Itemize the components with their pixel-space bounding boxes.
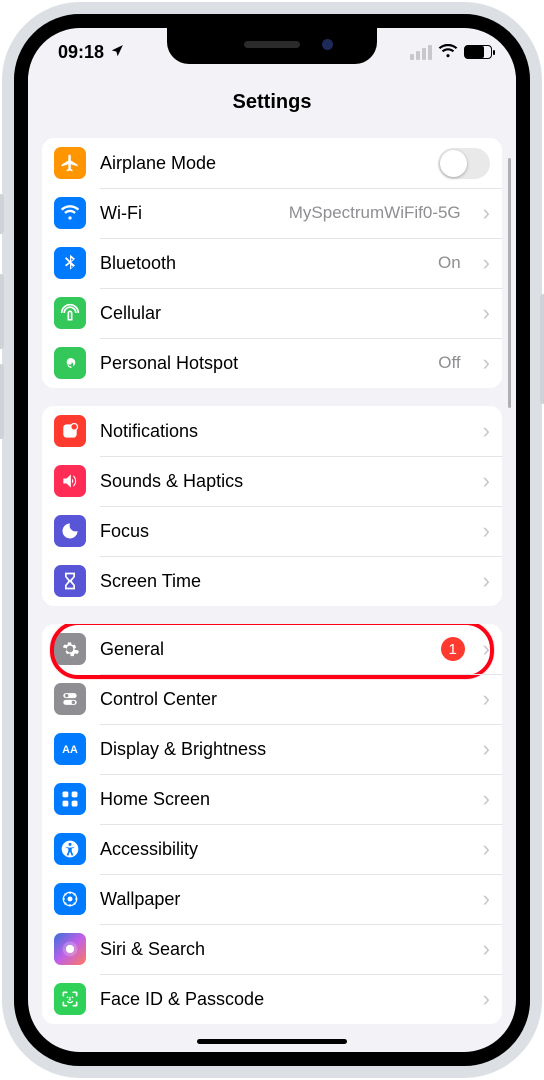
notch [167, 28, 377, 64]
chevron-right-icon: › [483, 886, 490, 912]
settings-group: General 1 › Control Center › AA Display & Brig… [42, 624, 502, 1024]
hotspot-icon [54, 347, 86, 379]
home-indicator[interactable] [197, 1039, 347, 1044]
row-label: Focus [100, 521, 149, 542]
cell-signal-icon [410, 45, 432, 60]
row-value: On [438, 253, 461, 273]
display-icon: AA [54, 733, 86, 765]
notification-badge: 1 [441, 637, 465, 661]
screen: 09:18 Settings Airplane Mode Wi-Fi MySpect… [28, 28, 516, 1052]
row-faceid[interactable]: Face ID & Passcode › [42, 974, 502, 1024]
cellular-icon [54, 297, 86, 329]
row-cellular[interactable]: Cellular › [42, 288, 502, 338]
row-wifi[interactable]: Wi-Fi MySpectrumWiFif0-5G › [42, 188, 502, 238]
row-value: MySpectrumWiFif0-5G [289, 203, 461, 223]
row-label: Control Center [100, 689, 217, 710]
chevron-right-icon: › [483, 986, 490, 1012]
volume-down-button [0, 364, 4, 439]
chevron-right-icon: › [483, 468, 490, 494]
general-icon [54, 633, 86, 665]
row-homescreen[interactable]: Home Screen › [42, 774, 502, 824]
row-label: Wi-Fi [100, 203, 142, 224]
phone-frame: 09:18 Settings Airplane Mode Wi-Fi MySpect… [2, 2, 542, 1078]
location-icon [110, 42, 124, 63]
row-bluetooth[interactable]: Bluetooth On › [42, 238, 502, 288]
row-sounds[interactable]: Sounds & Haptics › [42, 456, 502, 506]
row-airplane[interactable]: Airplane Mode [42, 138, 502, 188]
row-general[interactable]: General 1 › [42, 624, 502, 674]
chevron-right-icon: › [483, 836, 490, 862]
row-label: Accessibility [100, 839, 198, 860]
row-value: Off [438, 353, 460, 373]
faceid-icon [54, 983, 86, 1015]
chevron-right-icon: › [483, 518, 490, 544]
chevron-right-icon: › [483, 200, 490, 226]
side-button [540, 294, 544, 404]
row-label: Display & Brightness [100, 739, 266, 760]
row-label: Face ID & Passcode [100, 989, 264, 1010]
accessibility-icon [54, 833, 86, 865]
chevron-right-icon: › [483, 250, 490, 276]
row-label: Sounds & Haptics [100, 471, 243, 492]
sounds-icon [54, 465, 86, 497]
chevron-right-icon: › [483, 300, 490, 326]
wifi-icon [438, 42, 458, 63]
row-label: Bluetooth [100, 253, 176, 274]
page-title: Settings [28, 76, 516, 128]
row-label: Home Screen [100, 789, 210, 810]
mute-switch [0, 194, 4, 234]
row-label: Screen Time [100, 571, 201, 592]
row-screentime[interactable]: Screen Time › [42, 556, 502, 606]
chevron-right-icon: › [483, 636, 490, 662]
row-label: Notifications [100, 421, 198, 442]
controlcenter-icon [54, 683, 86, 715]
row-label: Personal Hotspot [100, 353, 238, 374]
row-controlcenter[interactable]: Control Center › [42, 674, 502, 724]
row-display[interactable]: AA Display & Brightness › [42, 724, 502, 774]
row-siri[interactable]: Siri & Search › [42, 924, 502, 974]
wallpaper-icon [54, 883, 86, 915]
homescreen-icon [54, 783, 86, 815]
bluetooth-icon [54, 247, 86, 279]
airplane-icon [54, 147, 86, 179]
screentime-icon [54, 565, 86, 597]
settings-list: Airplane ModeWi-FiMySpectrumWiFif0-5G›Bl… [28, 128, 516, 1034]
row-label: Wallpaper [100, 889, 180, 910]
chevron-right-icon: › [483, 686, 490, 712]
row-label: General [100, 639, 164, 660]
row-hotspot[interactable]: Personal Hotspot Off › [42, 338, 502, 388]
settings-group: Airplane ModeWi-FiMySpectrumWiFif0-5G›Bl… [42, 138, 502, 388]
volume-up-button [0, 274, 4, 349]
row-focus[interactable]: Focus › [42, 506, 502, 556]
row-wallpaper[interactable]: Wallpaper › [42, 874, 502, 924]
row-label: Siri & Search [100, 939, 205, 960]
settings-group: Notifications›Sounds & Haptics›Focus›Scr… [42, 406, 502, 606]
chevron-right-icon: › [483, 736, 490, 762]
notifications-icon [54, 415, 86, 447]
chevron-right-icon: › [483, 418, 490, 444]
scroll-indicator[interactable] [508, 158, 511, 408]
toggle-switch[interactable] [438, 148, 490, 179]
focus-icon [54, 515, 86, 547]
chevron-right-icon: › [483, 786, 490, 812]
wifi-icon [54, 197, 86, 229]
row-notifications[interactable]: Notifications › [42, 406, 502, 456]
battery-icon [464, 45, 492, 59]
row-label: Airplane Mode [100, 153, 216, 174]
row-label: Cellular [100, 303, 161, 324]
bezel: 09:18 Settings Airplane Mode Wi-Fi MySpect… [14, 14, 530, 1066]
row-accessibility[interactable]: Accessibility › [42, 824, 502, 874]
chevron-right-icon: › [483, 568, 490, 594]
status-time: 09:18 [58, 42, 104, 63]
chevron-right-icon: › [483, 936, 490, 962]
chevron-right-icon: › [483, 350, 490, 376]
svg-text:AA: AA [62, 744, 78, 756]
siri-icon [54, 933, 86, 965]
